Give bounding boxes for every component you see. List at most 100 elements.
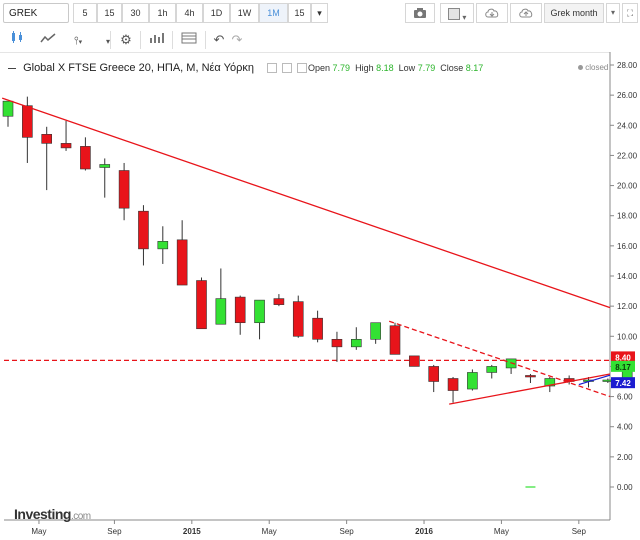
status-text: closed: [585, 63, 609, 72]
legend-close-icon[interactable]: [297, 63, 308, 74]
candle-body: [60, 143, 72, 149]
legend-toggle[interactable]: [8, 67, 16, 69]
chart-legend: Global X FTSE Greece 20, ΗΠΑ, M, Νέα Υόρ…: [8, 62, 308, 74]
fullscreen-button[interactable]: ⛶: [622, 3, 638, 23]
interval-dropdown[interactable]: ▾: [311, 3, 328, 23]
candle-body: [254, 299, 265, 324]
toolbar-divider: [172, 31, 173, 49]
price-chart[interactable]: 0.002.004.006.008.0010.0012.0014.0016.00…: [0, 52, 640, 540]
chevron-down-icon: ▾: [317, 8, 322, 18]
x-tick-label: Sep: [107, 527, 122, 536]
indicators-icon[interactable]: [146, 30, 168, 50]
y-tick-label: 10.00: [617, 332, 638, 341]
candle-body: [234, 296, 246, 324]
layout-name[interactable]: Grek month: [544, 3, 604, 23]
ohlc-readout: Open 7.79 High 8.18 Low 7.79 Close 8.17: [308, 63, 483, 73]
chevron-down-icon: ▾: [462, 13, 467, 22]
candle-body: [196, 280, 207, 330]
candle-body: [409, 355, 420, 367]
y-tick-label: 6.00: [617, 393, 633, 402]
y-tick-label: 4.00: [617, 423, 633, 432]
candle-body: [428, 366, 440, 382]
compare-icon[interactable]: ⫯▾: [67, 30, 89, 50]
price-label-text: 8.17: [615, 363, 631, 372]
open-value: 7.79: [332, 63, 351, 73]
interval-1h[interactable]: 1h: [149, 3, 176, 23]
y-tick-label: 20.00: [617, 182, 638, 191]
low-value: 7.79: [417, 63, 436, 73]
x-tick-label: Sep: [572, 527, 587, 536]
investing-logo[interactable]: Investing.com: [14, 506, 91, 522]
status-dot-icon: [578, 65, 583, 71]
trendline: [1, 97, 611, 309]
x-tick-label: May: [262, 527, 277, 536]
candle-body: [138, 210, 149, 250]
candle-body: [99, 164, 111, 168]
candle-body: [525, 375, 536, 378]
indicator-chart-icon[interactable]: [37, 30, 59, 50]
y-tick-label: 0.00: [617, 483, 633, 492]
y-tick-label: 18.00: [617, 212, 638, 221]
toolbar-divider: [110, 31, 111, 49]
candles-icon[interactable]: [6, 30, 28, 50]
chevron-down-icon: ▾: [610, 8, 615, 17]
candle-body: [80, 146, 91, 170]
y-tick-label: 12.00: [617, 302, 638, 311]
candle-body: [22, 105, 33, 138]
x-tick-label: Sep: [340, 527, 355, 536]
candle-body: [2, 100, 14, 117]
x-tick-label: 2016: [415, 527, 433, 536]
interval-15m[interactable]: 15: [97, 3, 122, 23]
candle-body: [118, 170, 130, 209]
candle-body: [467, 372, 478, 390]
expand-icon: ⛶: [626, 8, 634, 18]
gear-icon[interactable]: ⚙: [115, 30, 137, 50]
interval-1w[interactable]: 1W: [230, 3, 259, 23]
trendline: [388, 320, 611, 398]
redo-icon[interactable]: ↷: [226, 30, 248, 50]
interval-1d[interactable]: 1D: [203, 3, 230, 23]
screenshot-button[interactable]: [405, 3, 435, 23]
templates-icon[interactable]: [178, 30, 200, 50]
layout-dropdown[interactable]: ▾: [606, 3, 620, 23]
candle-body: [370, 322, 381, 340]
market-status: closed: [578, 63, 608, 72]
x-tick-label: 2015: [183, 527, 201, 536]
legend-settings-icon[interactable]: [267, 63, 278, 74]
x-tick-label: May: [494, 527, 509, 536]
legend-title: Global X FTSE Greece 20, ΗΠΑ, M, Νέα Υόρ…: [23, 62, 254, 74]
x-tick-label: May: [31, 527, 46, 536]
candle-body: [273, 298, 285, 305]
interval-1m[interactable]: 1M: [259, 3, 288, 23]
y-tick-label: 26.00: [617, 91, 638, 100]
symbol-input[interactable]: GREK: [3, 3, 69, 23]
toolbar-divider: [140, 31, 141, 49]
candle-body: [350, 338, 362, 348]
cloud-download-icon: [485, 8, 499, 18]
color-picker-button[interactable]: ▾: [440, 3, 474, 23]
y-tick-label: 24.00: [617, 121, 638, 130]
logo-suffix: .com: [70, 511, 91, 522]
close-label: Close: [440, 63, 464, 73]
logo-brand: Investing: [14, 506, 71, 522]
legend-format-icon[interactable]: [282, 63, 293, 74]
y-tick-label: 28.00: [617, 61, 638, 70]
cloud-download-button[interactable]: [476, 3, 508, 23]
candle-body: [389, 325, 401, 355]
high-label: High: [355, 63, 374, 73]
y-tick-label: 22.00: [617, 151, 638, 160]
interval-4h[interactable]: 4h: [176, 3, 203, 23]
candle-body: [292, 301, 304, 337]
candle-body: [486, 366, 498, 373]
interval-extra[interactable]: 15: [288, 3, 311, 23]
cloud-upload-button[interactable]: [510, 3, 542, 23]
candle-body: [176, 239, 188, 286]
top-toolbar: GREK 5 15 30 1h 4h 1D 1W 1M 15 ▾ ▾ Grek …: [0, 0, 640, 28]
candle-body: [312, 317, 323, 340]
y-tick-label: 16.00: [617, 242, 638, 251]
toolbar-divider: [205, 31, 206, 49]
interval-30m[interactable]: 30: [122, 3, 149, 23]
candle-body: [157, 241, 169, 250]
candle-body: [447, 378, 459, 391]
interval-5m[interactable]: 5: [73, 3, 97, 23]
